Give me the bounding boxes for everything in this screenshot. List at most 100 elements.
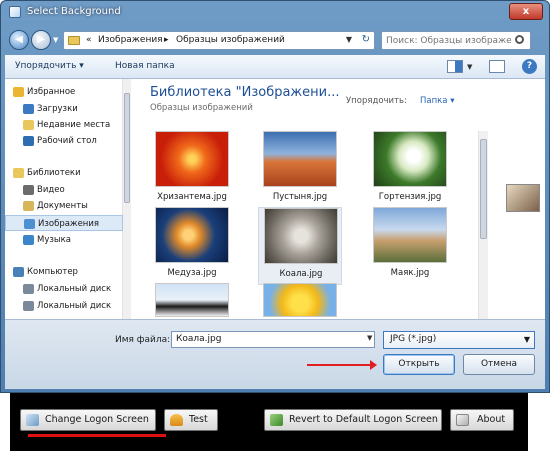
file-tile[interactable]: Пустыня.jpg: [258, 131, 342, 209]
file-tile[interactable]: [150, 283, 234, 319]
filetype-value: JPG (*.jpg): [390, 334, 437, 344]
file-tile[interactable]: Медуза.jpg: [150, 207, 234, 285]
window-icon: [9, 6, 21, 18]
nav-item-1[interactable]: Загрузки: [5, 101, 123, 117]
file-tile[interactable]: Коала.jpg: [258, 207, 342, 285]
libraries-icon: [13, 168, 24, 178]
test-label: Test: [189, 414, 208, 425]
filename-input[interactable]: Коала.jpg: [171, 331, 375, 348]
nav-item-11[interactable]: Локальный диск: [5, 298, 123, 314]
file-view: Библиотека "Изображени... Образцы изобра…: [132, 79, 545, 319]
breadcrumb-pictures[interactable]: Изображения: [98, 35, 163, 45]
change-logon-screen-button[interactable]: Change Logon Screen: [20, 409, 156, 431]
search-icon[interactable]: [515, 35, 524, 44]
file-tile[interactable]: [258, 283, 342, 319]
back-button[interactable]: ◀: [9, 30, 29, 50]
nav-item-label: Недавние места: [37, 120, 111, 130]
file-thumbnail[interactable]: [373, 131, 447, 187]
filename-dropdown-icon[interactable]: ▼: [367, 334, 372, 342]
file-thumbnail[interactable]: [155, 131, 229, 187]
help-icon[interactable]: ?: [522, 59, 537, 74]
address-dropdown-icon[interactable]: ▼: [346, 35, 352, 44]
nav-item-label: Локальный диск: [37, 301, 112, 311]
nav-item-4[interactable]: Библиотеки: [5, 165, 123, 181]
cancel-button[interactable]: Отмена: [463, 354, 535, 375]
refresh-icon[interactable]: ↻: [362, 34, 370, 45]
test-button[interactable]: Test: [164, 409, 218, 431]
nav-item-label: Музыка: [37, 235, 71, 245]
file-thumbnail[interactable]: [263, 283, 337, 317]
filetype-select[interactable]: JPG (*.jpg) ▼: [383, 331, 535, 349]
close-button[interactable]: x: [509, 3, 543, 20]
arrange-by-dropdown[interactable]: Папка ▾: [420, 96, 454, 106]
search-input[interactable]: [386, 33, 512, 48]
about-button[interactable]: About: [450, 409, 514, 431]
navigation-scrollbar[interactable]: [122, 79, 131, 319]
file-view-scrollbar[interactable]: [478, 131, 488, 319]
app-button-bar: Change Logon Screen Test Revert to Defau…: [10, 393, 528, 451]
title-bar[interactable]: Select Background x: [1, 1, 549, 25]
file-thumbnail[interactable]: [155, 207, 229, 263]
revert-button[interactable]: Revert to Default Logon Screen: [264, 409, 442, 431]
open-button[interactable]: Открыть: [383, 354, 455, 375]
about-label: About: [477, 414, 506, 425]
nav-item-3[interactable]: Рабочий стол: [5, 133, 123, 149]
search-box[interactable]: [381, 31, 531, 50]
dialog-footer: Имя файла: Коала.jpg ▼ JPG (*.jpg) ▼ Отк…: [5, 319, 545, 389]
file-name: Маяк.jpg: [390, 268, 430, 278]
revert-icon: [270, 414, 283, 426]
test-icon: [170, 414, 183, 426]
change-view-icon[interactable]: [447, 60, 463, 73]
file-tile[interactable]: Маяк.jpg: [368, 207, 452, 285]
filetype-dropdown-icon[interactable]: ▼: [524, 335, 530, 344]
file-name: Гортензия.jpg: [378, 192, 442, 202]
navigation-scroll-thumb[interactable]: [124, 93, 130, 203]
file-tile[interactable]: Хризантема.jpg: [150, 131, 234, 209]
file-view-scroll-thumb[interactable]: [480, 139, 487, 239]
download-folder-icon: [23, 104, 34, 114]
nav-item-label: Видео: [37, 185, 65, 195]
window-title: Select Background: [27, 6, 121, 17]
red-arrow-annotation: [307, 360, 377, 370]
video-icon: [23, 185, 34, 195]
documents-icon: [23, 201, 34, 211]
history-dropdown-icon[interactable]: ▼: [53, 36, 58, 44]
preview-pane-icon[interactable]: [489, 60, 505, 73]
music-icon: [23, 235, 34, 245]
file-thumbnail[interactable]: [263, 131, 337, 187]
computer-icon: [13, 267, 24, 277]
red-underline-annotation: [28, 434, 166, 437]
nav-item-label: Документы: [37, 201, 88, 211]
nav-item-6[interactable]: Документы: [5, 198, 123, 214]
nav-item-7[interactable]: Изображения: [5, 215, 123, 231]
address-prefix[interactable]: «: [86, 35, 92, 45]
navigation-pane: Избранное Загрузки Недавние места Рабочий с…: [5, 79, 131, 319]
view-dropdown-icon[interactable]: ▼: [467, 63, 472, 71]
new-folder-button[interactable]: Новая папка: [115, 61, 175, 71]
forward-button[interactable]: ▶: [31, 30, 51, 50]
file-tile[interactable]: Гортензия.jpg: [368, 131, 452, 209]
address-bar[interactable]: « Изображения ▸ Образцы изображений ▼ ↻: [63, 31, 375, 50]
library-subtitle: Образцы изображений: [150, 103, 253, 113]
selected-image-preview-icon: [506, 184, 540, 212]
nav-item-9[interactable]: Компьютер: [5, 264, 123, 280]
file-thumbnail[interactable]: [373, 207, 447, 263]
nav-item-2[interactable]: Недавние места: [5, 117, 123, 133]
arrange-by-label: Упорядочить:: [346, 96, 407, 106]
file-thumbnail[interactable]: [155, 283, 229, 317]
breadcrumb-separator[interactable]: ▸: [164, 35, 169, 45]
nav-item-label: Локальный диск: [37, 284, 112, 294]
nav-item-label: Компьютер: [27, 267, 78, 277]
breadcrumb-sample-pictures[interactable]: Образцы изображений: [176, 35, 285, 45]
file-name: Коала.jpg: [279, 269, 323, 279]
nav-item-10[interactable]: Локальный диск: [5, 281, 123, 297]
drive-icon: [23, 284, 34, 294]
pictures-icon: [24, 219, 35, 229]
organize-button[interactable]: Упорядочить ▾: [15, 61, 84, 71]
screen-icon: [26, 414, 39, 426]
nav-item-5[interactable]: Видео: [5, 182, 123, 198]
nav-item-8[interactable]: Музыка: [5, 232, 123, 248]
file-thumbnail[interactable]: [264, 208, 338, 264]
nav-item-0[interactable]: Избранное: [5, 84, 123, 100]
change-logon-screen-label: Change Logon Screen: [45, 414, 149, 425]
